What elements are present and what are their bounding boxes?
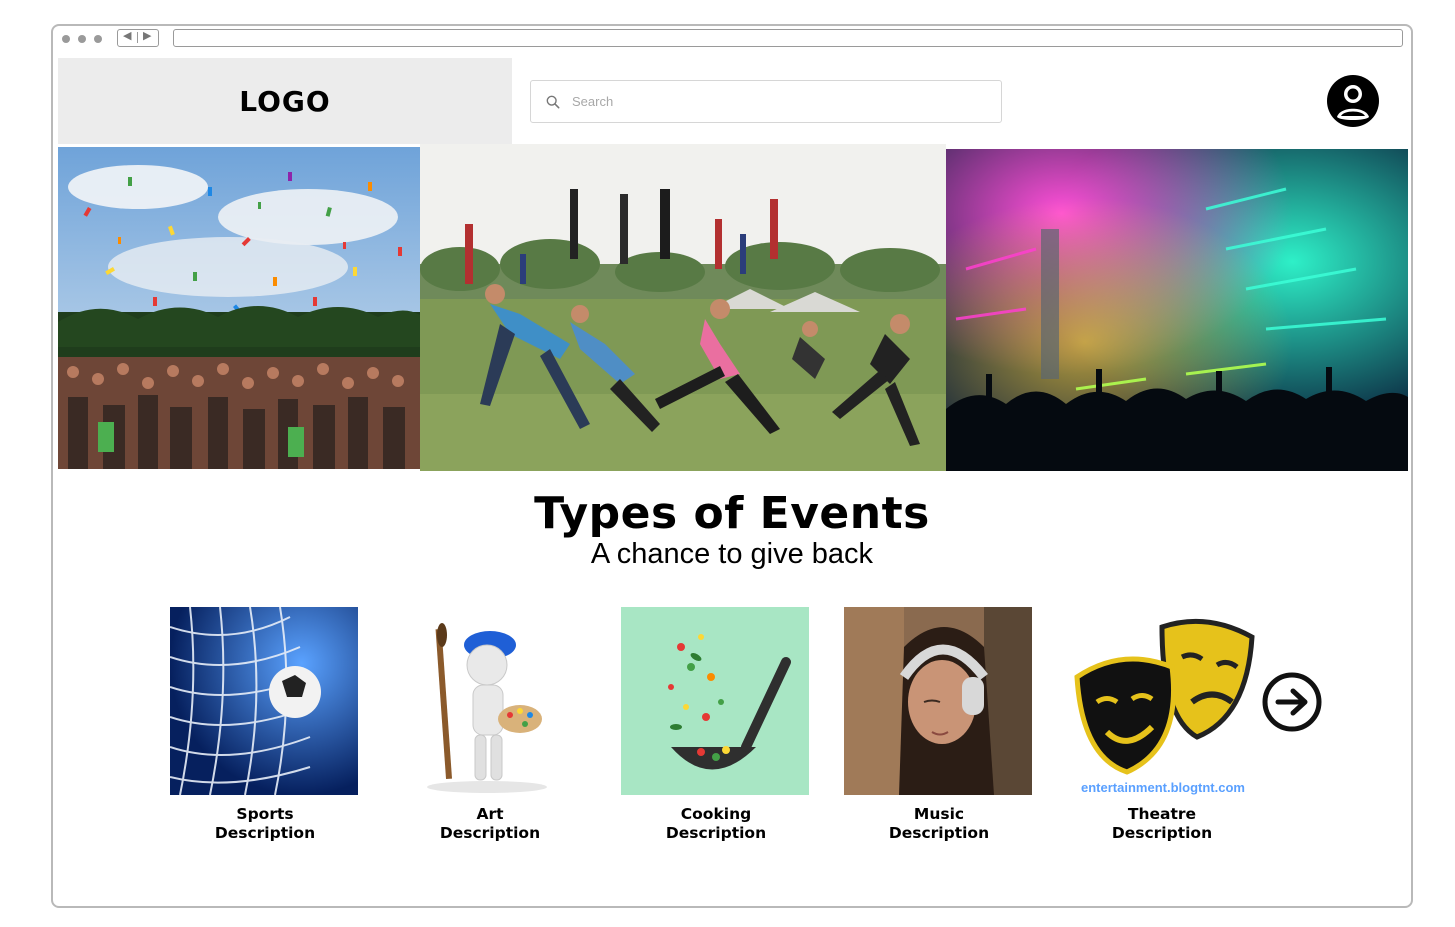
address-bar[interactable] [173,29,1403,47]
category-title: Art [476,805,504,823]
search-input[interactable] [570,93,974,110]
forward-arrow-icon[interactable]: ▶ [143,29,151,42]
category-card-art[interactable]: Art Description [395,607,585,843]
confetti-crowd-image [58,147,420,469]
category-caption: Cooking Description [621,805,811,843]
logo-text: LOGO [239,84,331,118]
category-card-cooking[interactable]: Cooking Description [621,607,811,843]
window-dot-close[interactable] [62,35,70,43]
category-title: Theatre [1127,805,1197,823]
sports-image [170,607,358,795]
window-dot-minimize[interactable] [78,35,86,43]
category-caption: Theatre Description [1067,805,1257,843]
theatre-image-caption: entertainment.blogtnt.com [1081,780,1245,795]
browser-nav-buttons: ◀ ▶ [117,29,159,47]
concert-lights-image [946,149,1408,471]
category-caption: Music Description [844,805,1034,843]
art-image [395,607,583,795]
category-caption: Sports Description [170,805,360,843]
browser-chrome: ◀ ▶ [53,26,1411,54]
logo[interactable]: LOGO [58,58,512,144]
category-description: Description [665,824,767,842]
search-icon [546,95,560,108]
cooking-image [621,607,809,795]
outdoor-stretching-image [420,144,946,471]
music-image [844,607,1032,795]
section-subtitle: A chance to give back [590,538,874,570]
section-title: Types of Events [534,488,930,539]
category-description: Description [1111,824,1213,842]
search-bar[interactable] [530,80,1002,123]
category-description: Description [888,824,990,842]
category-title: Cooking [680,805,752,823]
category-card-sports[interactable]: Sports Description [170,607,360,843]
category-title: Sports [236,805,294,823]
back-arrow-icon[interactable]: ◀ [123,29,131,42]
arrow-right-circle-icon[interactable] [1261,671,1323,733]
user-circle-icon[interactable] [1326,74,1380,128]
category-caption: Art Description [395,805,585,843]
category-description: Description [214,824,316,842]
browser-window: ◀ ▶ LOGO Search Types of Events A chance… [51,24,1413,908]
category-card-music[interactable]: Music Description [844,607,1034,843]
window-dot-maximize[interactable] [94,35,102,43]
category-card-theatre[interactable]: entertainment.blogtnt.com Theatre Descri… [1067,607,1259,843]
theatre-image: entertainment.blogtnt.com [1067,607,1259,795]
category-title: Music [913,805,965,823]
category-description: Description [439,824,541,842]
